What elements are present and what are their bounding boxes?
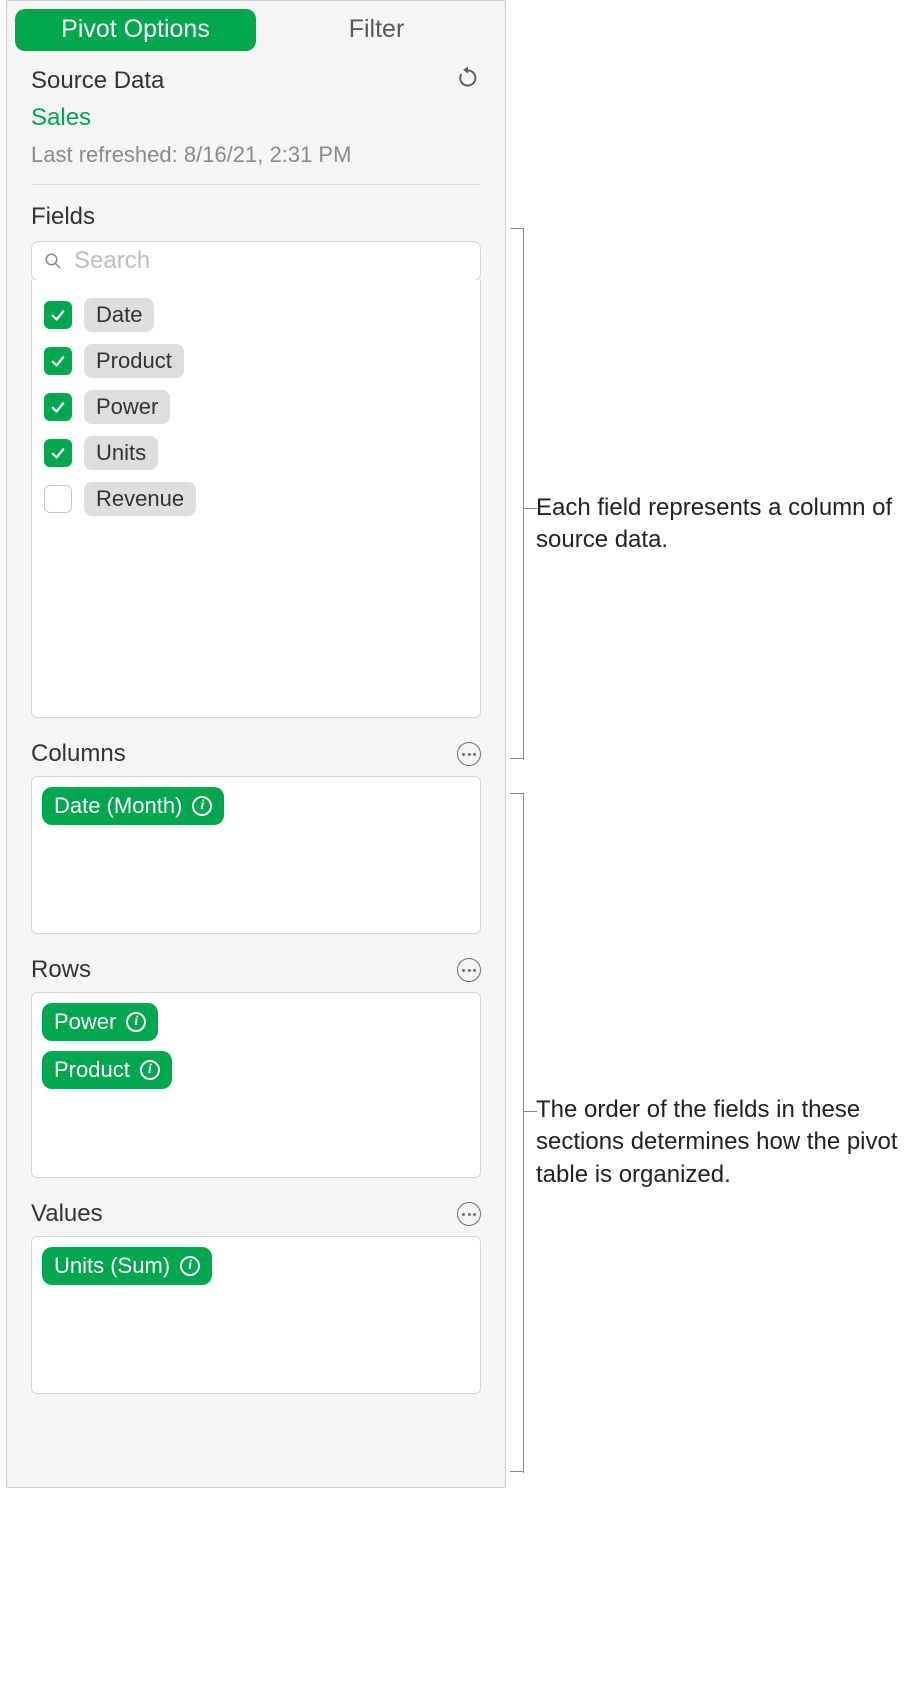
info-icon[interactable]: i xyxy=(180,1256,200,1276)
info-icon[interactable]: i xyxy=(192,796,212,816)
pivot-options-panel: Pivot Options Filter Source Data Sales L… xyxy=(6,0,506,1488)
source-data-label: Source Data xyxy=(31,67,164,95)
rows-more-button[interactable] xyxy=(457,958,481,982)
pill-label: Product xyxy=(54,1057,130,1083)
checkbox-product[interactable] xyxy=(44,347,72,375)
field-item-revenue: Revenue xyxy=(42,476,470,522)
columns-label: Columns xyxy=(31,740,126,768)
divider xyxy=(31,184,481,185)
field-item-units: Units xyxy=(42,430,470,476)
checkbox-units[interactable] xyxy=(44,439,72,467)
pill-label: Units (Sum) xyxy=(54,1253,170,1279)
pill-label: Date (Month) xyxy=(54,793,182,819)
column-pill-date-month[interactable]: Date (Month) i xyxy=(42,787,224,825)
checkbox-date[interactable] xyxy=(44,301,72,329)
checkbox-revenue[interactable] xyxy=(44,485,72,513)
check-icon xyxy=(49,398,67,416)
check-icon xyxy=(49,306,67,324)
fields-label: Fields xyxy=(31,203,481,231)
row-pill-product[interactable]: Product i xyxy=(42,1051,172,1089)
field-pill[interactable]: Power xyxy=(84,390,170,424)
search-field[interactable] xyxy=(31,241,481,281)
field-item-power: Power xyxy=(42,384,470,430)
callout-fields-text: Each field represents a column of source… xyxy=(536,492,914,557)
more-icon xyxy=(462,969,476,972)
field-pill[interactable]: Units xyxy=(84,436,158,470)
info-icon[interactable]: i xyxy=(140,1060,160,1080)
row-pill-power[interactable]: Power i xyxy=(42,1003,158,1041)
tab-filter[interactable]: Filter xyxy=(256,9,497,51)
columns-dropzone[interactable]: Date (Month) i xyxy=(31,776,481,934)
values-dropzone[interactable]: Units (Sum) i xyxy=(31,1236,481,1394)
last-refreshed-text: Last refreshed: 8/16/21, 2:31 PM xyxy=(31,142,481,168)
tab-pivot-options[interactable]: Pivot Options xyxy=(15,9,256,51)
field-pill[interactable]: Revenue xyxy=(84,482,196,516)
pill-label: Power xyxy=(54,1009,116,1035)
tab-bar: Pivot Options Filter xyxy=(7,1,505,51)
more-icon xyxy=(462,753,476,756)
check-icon xyxy=(49,444,67,462)
refresh-button[interactable] xyxy=(455,65,481,96)
more-icon xyxy=(462,1213,476,1216)
rows-dropzone[interactable]: Power i Product i xyxy=(31,992,481,1178)
values-label: Values xyxy=(31,1200,103,1228)
search-input[interactable] xyxy=(72,246,468,276)
field-item-product: Product xyxy=(42,338,470,384)
refresh-icon xyxy=(455,65,481,91)
info-icon[interactable]: i xyxy=(126,1012,146,1032)
checkbox-power[interactable] xyxy=(44,393,72,421)
values-more-button[interactable] xyxy=(457,1202,481,1226)
check-icon xyxy=(49,352,67,370)
field-pill[interactable]: Product xyxy=(84,344,184,378)
columns-more-button[interactable] xyxy=(457,742,481,766)
fields-list: Date Product Power Units xyxy=(31,280,481,718)
rows-label: Rows xyxy=(31,956,91,984)
callout-sections-text: The order of the fields in these section… xyxy=(536,1094,916,1191)
field-item-date: Date xyxy=(42,292,470,338)
value-pill-units-sum[interactable]: Units (Sum) i xyxy=(42,1247,212,1285)
source-data-name[interactable]: Sales xyxy=(31,104,481,132)
search-icon xyxy=(44,252,62,270)
field-pill[interactable]: Date xyxy=(84,298,154,332)
